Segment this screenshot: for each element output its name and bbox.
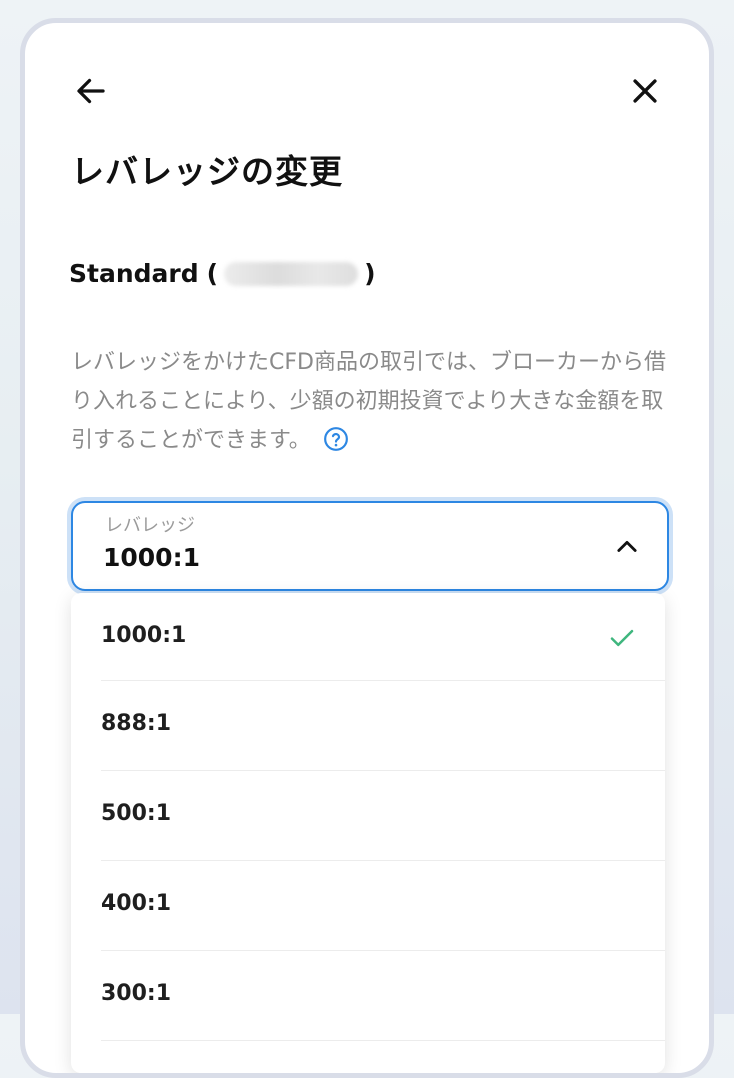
account-number-redacted [224, 261, 359, 286]
account-type: Standard [69, 259, 199, 288]
option-label: 300:1 [101, 981, 172, 1006]
account-heading: Standard ( ) [69, 259, 376, 288]
leverage-select[interactable]: レバレッジ 1000:1 [71, 501, 669, 591]
leverage-dialog: レバレッジの変更 Standard ( ) レバレッジをかけたCFD商品の取引で… [20, 18, 714, 1078]
leverage-option-300[interactable]: 300:1 [101, 951, 665, 1041]
chevron-up-icon[interactable] [613, 533, 641, 561]
account-open-paren: ( [206, 259, 219, 288]
option-label: 888:1 [101, 711, 172, 736]
description-text: レバレッジをかけたCFD商品の取引では、ブローカーから借り入れることにより、少額… [71, 350, 666, 453]
leverage-option-400[interactable]: 400:1 [101, 861, 665, 951]
help-button[interactable] [323, 426, 349, 452]
back-button[interactable] [69, 69, 113, 113]
page-title: レバレッジの変更 [71, 152, 343, 191]
account-close-paren: ) [364, 259, 376, 288]
option-label: 400:1 [101, 891, 172, 916]
close-icon [633, 79, 657, 103]
close-button[interactable] [623, 69, 667, 113]
leverage-options-list: 1000:1 888:1 500:1 400:1 300:1 [71, 593, 665, 1073]
leverage-option-888[interactable]: 888:1 [101, 681, 665, 771]
leverage-option-1000[interactable]: 1000:1 [101, 593, 665, 681]
question-circle-icon [323, 427, 348, 451]
leverage-select-value: 1000:1 [103, 543, 200, 572]
option-label: 1000:1 [101, 623, 187, 648]
leverage-option-500[interactable]: 500:1 [101, 771, 665, 861]
leverage-description: レバレッジをかけたCFD商品の取引では、ブローカーから借り入れることにより、少額… [71, 343, 671, 460]
option-label: 500:1 [101, 801, 172, 826]
arrow-left-icon [77, 78, 105, 104]
leverage-select-label: レバレッジ [105, 515, 195, 536]
checkmark-icon [607, 623, 637, 657]
